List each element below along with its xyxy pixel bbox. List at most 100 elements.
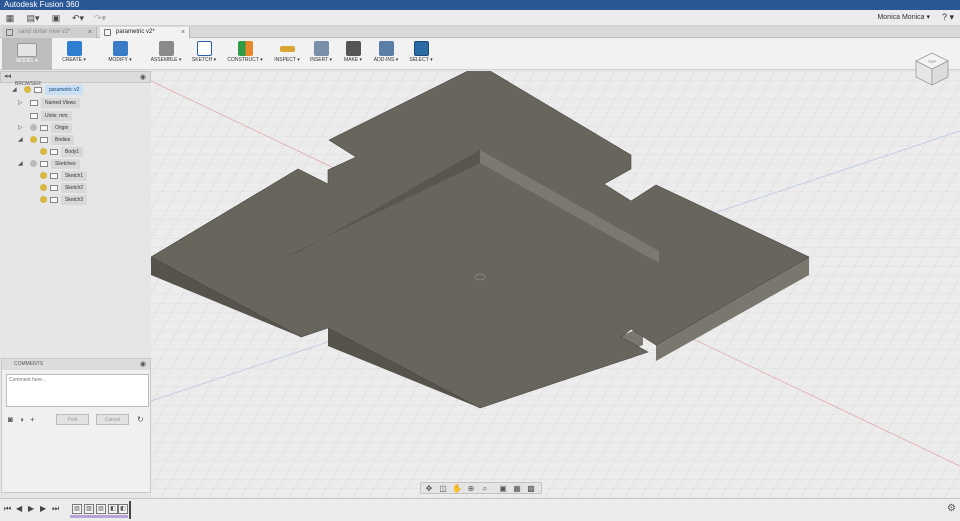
timeline-start-icon[interactable]: ⏮ (4, 504, 11, 514)
tree-node-named-views[interactable]: ▷ Named Views (18, 98, 80, 108)
orbit-icon[interactable]: ✥ (423, 484, 435, 493)
tree-node-root[interactable]: ◢ parametric v2 (12, 85, 84, 95)
addins-menu[interactable]: ADD-INS ▾ (370, 41, 402, 69)
browser-panel-header: ◂◂ BROWSER ◉ (0, 71, 151, 87)
timeline-next-icon[interactable]: ▶ (40, 504, 46, 513)
tab-sand-dollar[interactable]: sand dollar new v2* × (2, 27, 97, 38)
visibility-bulb-icon[interactable] (24, 86, 31, 94)
comments-panel: COMMENTS ◉ ◙ ◑ + Post Cancel ↻ (1, 358, 151, 493)
tree-node-sketch2[interactable]: Sketch2 (40, 183, 88, 193)
timeline-marker[interactable] (129, 501, 131, 519)
sketch-menu[interactable]: SKETCH ▾ (188, 41, 220, 69)
3d-viewport[interactable]: TOP (151, 52, 960, 498)
canvas[interactable] (151, 71, 960, 498)
timeline-range (70, 515, 128, 518)
expand-triangle-icon[interactable]: ▷ (18, 123, 23, 133)
inspect-menu[interactable]: INSPECT ▾ (270, 41, 304, 69)
component-icon (34, 86, 42, 93)
insert-menu[interactable]: INSERT ▾ (306, 41, 336, 69)
timeline-play-icon[interactable]: ▶ (28, 504, 34, 513)
pan-icon[interactable]: ✋ (451, 484, 463, 493)
add-point-icon[interactable]: + (30, 415, 35, 424)
make-menu[interactable]: MAKE ▾ (338, 41, 368, 69)
zoom-icon[interactable]: ⊕ (465, 484, 477, 493)
expand-triangle-icon[interactable]: ◢ (12, 85, 17, 95)
expand-triangle-icon[interactable]: ▷ (18, 98, 23, 108)
create-menu[interactable]: CREATE ▾ (56, 41, 92, 69)
pin-icon[interactable]: ◉ (140, 73, 146, 81)
camera-icon[interactable]: ◙ (8, 415, 13, 424)
tab-parametric[interactable]: parametric v2* × (100, 27, 190, 38)
comments-title: COMMENTS (14, 361, 44, 367)
visibility-bulb-icon[interactable] (30, 160, 37, 168)
timeline-end-icon[interactable]: ⏭ (52, 504, 59, 514)
visibility-bulb-icon[interactable] (40, 196, 47, 204)
tree-label: Sketches (51, 159, 80, 169)
sketch-icon (196, 41, 212, 56)
tree-node-origin[interactable]: ▷ Origin (18, 123, 73, 133)
timeline: ⏮ ◀ ▶ ▶ ⏭ ▨ ▨ ▨ ◧ ◧ ⚙ (0, 498, 960, 521)
visibility-bulb-icon[interactable] (30, 124, 37, 132)
comment-input[interactable] (6, 374, 149, 407)
expand-triangle-icon[interactable]: ◢ (18, 159, 23, 169)
make-icon (345, 41, 361, 56)
timeline-prev-icon[interactable]: ◀ (16, 504, 22, 513)
tree-node-sketch1[interactable]: Sketch1 (40, 171, 88, 181)
ribbon-toolbar: MODEL ▾ CREATE ▾ MODIFY ▾ ASSEMBLE ▾ SKE… (0, 38, 960, 70)
tree-node-body1[interactable]: Body1 (40, 147, 84, 157)
pin-icon[interactable]: ◉ (140, 360, 146, 368)
sketch-feature-icon[interactable]: ▨ (84, 504, 94, 514)
file-menu-icon[interactable]: ▤▾ (26, 12, 40, 24)
visibility-bulb-icon[interactable] (40, 148, 47, 156)
close-icon[interactable]: × (88, 27, 92, 38)
sketch-label: SKETCH ▾ (191, 57, 217, 63)
visibility-bulb-icon[interactable] (40, 172, 47, 180)
sketch-feature-icon[interactable]: ▨ (72, 504, 82, 514)
workspace-switcher[interactable]: MODEL ▾ (2, 38, 52, 70)
modify-menu[interactable]: MODIFY ▾ (102, 41, 138, 69)
tree-node-bodies[interactable]: ◢ Bodies (18, 135, 75, 145)
save-icon[interactable]: ▣ (50, 12, 62, 24)
cancel-button[interactable]: Cancel (96, 414, 129, 425)
tree-label: Bodies (51, 135, 75, 145)
window-title: Autodesk Fusion 360 (4, 0, 80, 9)
tree-node-sketch3[interactable]: Sketch3 (40, 195, 88, 205)
construct-menu[interactable]: CONSTRUCT ▾ (224, 41, 266, 69)
grid-settings-icon[interactable]: ▦ (511, 484, 523, 493)
gear-icon[interactable]: ⚙ (947, 503, 956, 514)
user-menu[interactable]: Monica Monica ▾ (877, 13, 930, 21)
folder-icon (30, 99, 38, 106)
display-settings-icon[interactable]: ▣ (497, 484, 509, 493)
tree-node-units[interactable]: Units: mm (30, 111, 72, 121)
visibility-bulb-icon[interactable] (40, 184, 47, 192)
expand-triangle-icon[interactable]: ◢ (18, 135, 23, 145)
assemble-menu[interactable]: ASSEMBLE ▾ (148, 41, 184, 69)
viewcube-icon[interactable]: TOP (914, 51, 950, 87)
extrude-feature-icon[interactable]: ◧ (118, 504, 128, 514)
window-title-bar: Autodesk Fusion 360 (0, 0, 960, 10)
fit-icon[interactable]: ⌕ (479, 484, 491, 493)
close-icon[interactable]: × (181, 27, 185, 38)
sketch-icon (50, 184, 58, 191)
undo-icon[interactable]: ↶▾ (70, 12, 86, 24)
look-at-icon[interactable]: ◫ (437, 484, 449, 493)
tree-label: Origin (51, 123, 73, 133)
post-button[interactable]: Post (56, 414, 89, 425)
extrude-feature-icon[interactable]: ◧ (108, 504, 118, 514)
tab-label: sand dollar new v2* (18, 29, 71, 35)
make-label: MAKE ▾ (343, 57, 363, 63)
tree-label: Sketch2 (61, 183, 88, 193)
viewcube[interactable]: TOP (914, 51, 950, 87)
help-menu[interactable]: ? ▾ (942, 12, 954, 23)
select-menu[interactable]: SELECT ▾ (406, 41, 436, 69)
snapshot-icon[interactable]: ◑ (19, 415, 24, 424)
grid-menu-icon[interactable]: ▦ (4, 12, 16, 24)
insert-label: INSERT ▾ (309, 57, 333, 63)
refresh-icon[interactable]: ↻ (137, 415, 144, 424)
visibility-bulb-icon[interactable] (30, 136, 37, 144)
collapse-arrow-icon[interactable]: ◂◂ (4, 72, 11, 80)
sketch-feature-icon[interactable]: ▨ (96, 504, 106, 514)
tree-node-sketches[interactable]: ◢ Sketches (18, 159, 80, 169)
viewports-icon[interactable]: ▩ (525, 484, 537, 493)
redo-icon[interactable]: ↷▾ (92, 12, 108, 24)
